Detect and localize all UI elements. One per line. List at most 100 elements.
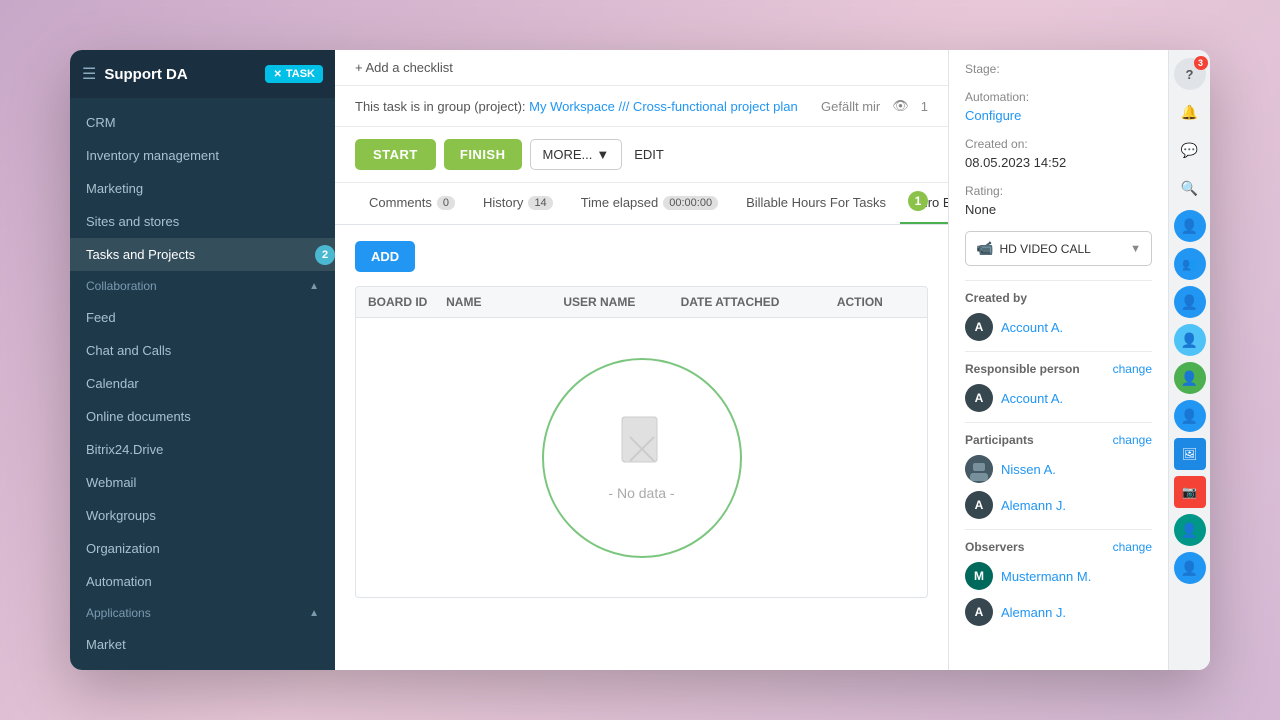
sidebar-item-calendar[interactable]: Calendar bbox=[70, 367, 335, 400]
alemann-observer-link[interactable]: Alemann J. bbox=[1001, 605, 1066, 620]
sidebar-item-chat[interactable]: Chat and Calls bbox=[70, 334, 335, 367]
task-badge[interactable]: ✕ TASK bbox=[265, 65, 323, 83]
more-button[interactable]: MORE... ▼ bbox=[530, 139, 623, 170]
tab-billable[interactable]: Billable Hours For Tasks bbox=[732, 183, 900, 224]
tabs-bar: Comments 0 History 14 Time elapsed 00:00… bbox=[335, 183, 948, 225]
mustermann-avatar: M bbox=[965, 562, 993, 590]
video-camera-icon: 📹 bbox=[976, 240, 993, 257]
user-light-icon[interactable]: 👤 bbox=[1174, 324, 1206, 356]
no-data-circle: - No data - bbox=[542, 358, 742, 558]
task-info-bar: This task is in group (project): My Work… bbox=[335, 86, 948, 127]
help-icon[interactable]: ? 3 bbox=[1174, 58, 1206, 90]
collapse-icon: ▲ bbox=[309, 281, 319, 292]
sidebar-item-sites[interactable]: Sites and stores bbox=[70, 205, 335, 238]
add-board-button[interactable]: ADD bbox=[355, 241, 415, 272]
search-magnifier-icon[interactable]: 🔍 bbox=[1174, 172, 1206, 204]
finish-button[interactable]: FINISH bbox=[444, 139, 522, 170]
sidebar-item-drive[interactable]: Bitrix24.Drive bbox=[70, 433, 335, 466]
tab-comments[interactable]: Comments 0 bbox=[355, 183, 469, 224]
tab-history[interactable]: History 14 bbox=[469, 183, 567, 224]
participant-nissen: Nissen A. bbox=[965, 455, 1152, 483]
rating-field: Rating: None bbox=[965, 184, 1152, 217]
sidebar-item-workgroups[interactable]: Workgroups bbox=[70, 499, 335, 532]
chevron-down-icon: ▼ bbox=[596, 147, 609, 162]
collaboration-section[interactable]: Collaboration ▲ bbox=[70, 271, 335, 301]
automation-configure-link[interactable]: Configure bbox=[965, 108, 1021, 123]
time-badge: 00:00:00 bbox=[663, 196, 718, 210]
notification-bell-icon[interactable]: 🔔 bbox=[1174, 96, 1206, 128]
user-blue2-icon[interactable]: 👤 bbox=[1174, 286, 1206, 318]
start-button[interactable]: START bbox=[355, 139, 436, 170]
user-blue3-icon[interactable]: 👤 bbox=[1174, 400, 1206, 432]
alemann-participant-link[interactable]: Alemann J. bbox=[1001, 498, 1066, 513]
sidebar-item-inventory[interactable]: Inventory management bbox=[70, 139, 335, 172]
divider-1 bbox=[965, 280, 1152, 281]
observers-section: Observers change bbox=[965, 540, 1152, 554]
responsible-change-link[interactable]: change bbox=[1113, 362, 1152, 376]
sidebar-item-marketing[interactable]: Marketing bbox=[70, 172, 335, 205]
sidebar: ☰ Support DA ✕ TASK CRM Inventory manage… bbox=[70, 50, 335, 670]
sidebar-item-automation[interactable]: Automation bbox=[70, 565, 335, 598]
image-board-icon[interactable]: 🖼 bbox=[1174, 438, 1206, 470]
no-data-icon bbox=[617, 415, 667, 475]
task-info-right: Gefällt mir 👁 1 bbox=[821, 98, 928, 114]
tab-miro-content: ADD BOARD ID NAME USER NAME DATE ATTACHE… bbox=[335, 225, 948, 670]
sidebar-item-organization[interactable]: Organization bbox=[70, 532, 335, 565]
sidebar-item-crm[interactable]: CRM bbox=[70, 106, 335, 139]
sidebar-item-market[interactable]: Market bbox=[70, 628, 335, 661]
col-name: NAME bbox=[446, 295, 563, 309]
sidebar-number-badge: 2 bbox=[315, 245, 335, 265]
responsible-link[interactable]: Account A. bbox=[1001, 391, 1063, 406]
alemann-participant-avatar: A bbox=[965, 491, 993, 519]
created-by-link[interactable]: Account A. bbox=[1001, 320, 1063, 335]
edit-button[interactable]: EDIT bbox=[630, 140, 668, 169]
user-green-icon[interactable]: 👤 bbox=[1174, 362, 1206, 394]
rating-label: Rating: bbox=[965, 184, 1152, 198]
main-content: + Add a checklist This task is in group … bbox=[335, 50, 1210, 670]
tasks-container: Tasks and Projects 2 bbox=[70, 238, 335, 271]
hd-video-button[interactable]: 📹 HD VIDEO CALL ▼ bbox=[965, 231, 1152, 266]
views-count: 1 bbox=[921, 99, 928, 114]
help-badge: 3 bbox=[1194, 56, 1208, 70]
col-username: USER NAME bbox=[563, 295, 680, 309]
hamburger-icon[interactable]: ☰ bbox=[82, 64, 96, 84]
sidebar-item-feed[interactable]: Feed bbox=[70, 301, 335, 334]
participants-change-link[interactable]: change bbox=[1113, 433, 1152, 447]
rating-value: None bbox=[965, 202, 1152, 217]
observers-change-link[interactable]: change bbox=[1113, 540, 1152, 554]
video-rec-icon[interactable]: 📷 bbox=[1174, 476, 1206, 508]
chat-bubble-icon[interactable]: 💬 bbox=[1174, 134, 1206, 166]
add-checklist-link[interactable]: + Add a checklist bbox=[355, 60, 453, 75]
sidebar-header: ☰ Support DA ✕ TASK bbox=[70, 50, 335, 98]
hd-chevron-icon: ▼ bbox=[1130, 243, 1141, 255]
participant-alemann: A Alemann J. bbox=[965, 491, 1152, 519]
user-profile-icon[interactable]: 👤 bbox=[1174, 210, 1206, 242]
tab-time[interactable]: Time elapsed 00:00:00 bbox=[567, 183, 732, 224]
user-blue4-icon[interactable]: 👤 bbox=[1174, 552, 1206, 584]
nissen-link[interactable]: Nissen A. bbox=[1001, 462, 1056, 477]
sidebar-item-dev[interactable]: Developer resources bbox=[70, 661, 335, 670]
sidebar-item-tasks[interactable]: Tasks and Projects bbox=[70, 238, 335, 271]
user-teal-icon[interactable]: 👤 bbox=[1174, 514, 1206, 546]
views-icon: 👁 bbox=[892, 98, 909, 114]
sidebar-title: Support DA bbox=[104, 66, 257, 83]
created-value: 08.05.2023 14:52 bbox=[965, 155, 1152, 170]
responsible-row: A Account A. bbox=[965, 384, 1152, 412]
divider-2 bbox=[965, 351, 1152, 352]
comments-badge: 0 bbox=[437, 196, 455, 210]
applications-section[interactable]: Applications ▲ bbox=[70, 598, 335, 628]
no-data-text: - No data - bbox=[608, 485, 674, 501]
task-group-link[interactable]: My Workspace /// Cross-functional projec… bbox=[529, 99, 798, 114]
divider-3 bbox=[965, 422, 1152, 423]
automation-field: Automation: Configure bbox=[965, 90, 1152, 123]
sidebar-item-online-docs[interactable]: Online documents bbox=[70, 400, 335, 433]
automation-label: Automation: bbox=[965, 90, 1152, 104]
sidebar-item-webmail[interactable]: Webmail bbox=[70, 466, 335, 499]
created-label: Created on: bbox=[965, 137, 1152, 151]
mustermann-link[interactable]: Mustermann M. bbox=[1001, 569, 1091, 584]
users-group-icon[interactable]: 👥 bbox=[1174, 248, 1206, 280]
task-actions: START FINISH MORE... ▼ EDIT bbox=[335, 127, 948, 183]
responsible-section: Responsible person change bbox=[965, 362, 1152, 376]
created-by-row: A Account A. bbox=[965, 313, 1152, 341]
right-panel: Stage: Automation: Configure Created on:… bbox=[948, 50, 1168, 670]
